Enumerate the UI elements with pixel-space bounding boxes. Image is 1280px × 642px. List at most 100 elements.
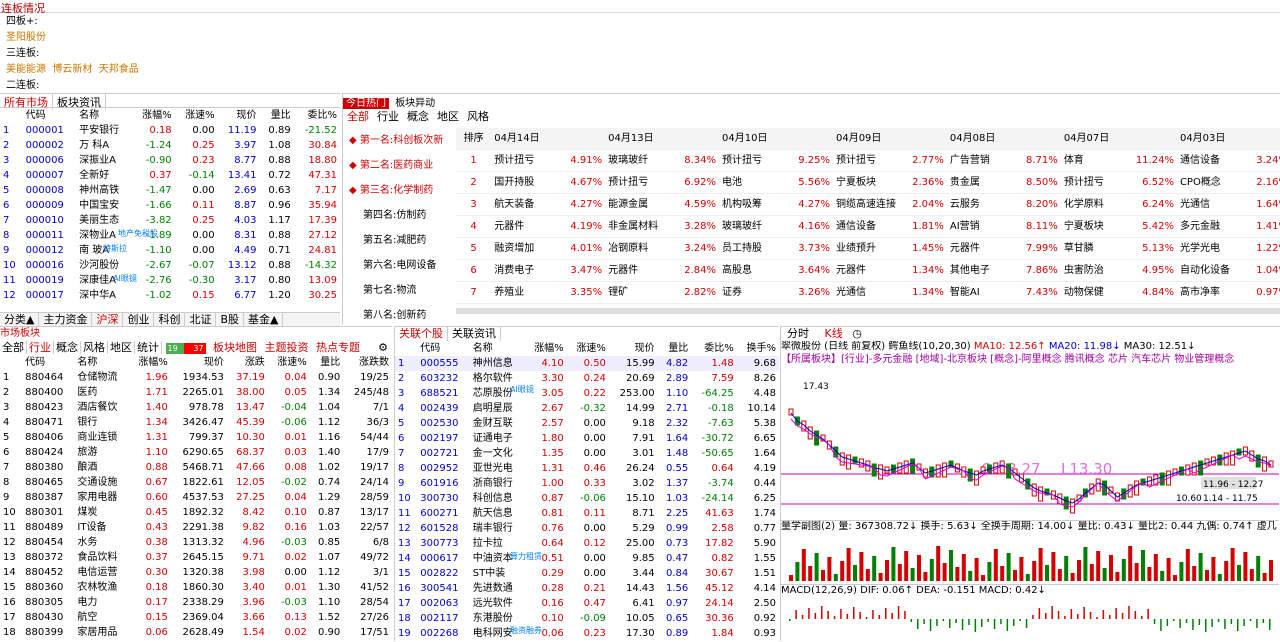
heat-scrollbar[interactable] [456,308,1280,314]
link-theme-invest[interactable]: 主题投资 [265,341,309,354]
related-row[interactable]: 17 002063 远光软件 0.16 0.47 6.41 0.97 24.14 2.50 [395,596,779,611]
related-row[interactable]: 13 300773 拉卡拉 0.64 0.12 25.00 0.73 17.82 5.90 [395,536,779,551]
sector-row[interactable]: 3 880423 酒店餐饮 1.40 978.78 13.47 -0.04 1.04 7/1 [0,400,392,415]
heat-row[interactable]: 2 国开持股 4.67% 预计扭亏 6.92% 电池 5.56% 宁夏板块 2.36% 贵金属 8.… [456,171,1280,194]
heat-sector[interactable]: 高市净率 [1176,281,1248,304]
link-sector-map[interactable]: 板块地图 [213,341,257,354]
related-col-header[interactable]: 代码 [417,341,470,356]
date-header[interactable]: 04月14日 [491,128,606,150]
heat-sector[interactable]: 非金属材料 [605,215,676,238]
heat-sector[interactable]: AI营销 [946,215,1018,238]
sector-row[interactable]: 14 880452 电信运营 0.30 1320.38 3.98 0.00 1.12 3/1 [0,565,392,580]
tab-related-news[interactable]: 关联资讯 [448,327,501,341]
rank-item[interactable]: 第五名:减肥药 [343,228,453,253]
heat-sector[interactable]: 通信设备 [1176,149,1248,172]
rank-item[interactable]: 第八名:创新药 [343,303,453,328]
related-col-header[interactable]: 换手% [737,341,779,356]
related-row[interactable]: 15 002822 ST中装 0.29 0.00 3.44 0.84 30.67 1.51 [395,566,779,581]
heat-sector[interactable]: 动物保健 [1060,281,1132,304]
kline-chart[interactable]: 17.43 O:13.27 L13.30 11.96 - 12.27 1.14 … [781,369,1279,519]
stock-row[interactable]: 3 000006 深振业A -0.90 0.23 8.77 0.88 18.80 [0,153,340,168]
sector-row[interactable]: 4 880471 银行 1.34 3426.47 45.39 -0.06 1.12 36/3 [0,415,392,430]
heat-sector[interactable]: 玻璃玻纤 [605,149,676,172]
rank-item[interactable]: ◆ 第一名:科创板次新 [343,128,453,153]
heat-sector[interactable]: 元器件 [491,215,562,238]
level4-stock[interactable]: 圣阳股份 [6,30,139,46]
heat-sector[interactable]: 体育 [1060,149,1132,172]
market-tab[interactable]: 主力资金 [39,313,93,326]
sector-row[interactable]: 17 880430 航空 0.15 2369.04 3.66 0.13 1.52 27/26 [0,610,392,625]
related-row[interactable]: 18 002117 东港股份 0.10 -0.09 10.05 0.65 30.36 0.92 [395,611,779,626]
related-col-header[interactable]: 涨幅% [524,341,566,356]
market-tab[interactable]: 沪深 [92,313,124,326]
sector-row[interactable]: 9 880387 家用电器 0.60 4537.53 27.25 0.04 1.29 28/59 [0,490,392,505]
related-col-header[interactable]: 委比% [691,341,736,356]
heat-sector[interactable]: 元器件 [946,237,1018,260]
related-row[interactable]: 12 601528 瑞丰银行 0.76 0.00 5.29 0.99 2.58 0.77 [395,521,779,536]
heat-sector[interactable]: 员工持股 [719,237,790,260]
sector-row[interactable]: 15 880360 农林牧渔 0.18 1860.30 3.40 0.01 1.30 41/52 [0,580,392,595]
heat-sector[interactable]: 预计扭亏 [832,149,904,172]
heat-sector[interactable]: 多元金融 [1176,215,1248,238]
heat-row[interactable]: 5 融资增加 4.01% 冶钢原料 3.24% 员工持股 3.73% 业绩预升 1.45% 元器件… [456,237,1280,260]
level3-stock[interactable]: 博云新材 [52,64,92,75]
date-header[interactable]: 04月09日 [832,128,947,150]
sector-tab[interactable]: 概念 [54,341,81,354]
related-col-header[interactable]: 名称 [470,341,525,356]
heat-sector[interactable]: 其他电子 [946,259,1018,282]
link-hot-topic[interactable]: 热点专题 [316,341,360,354]
related-row[interactable]: 4 002439 启明星辰 2.67 -0.32 14.99 2.71 -0.18 10.14 [395,401,779,416]
stock-row[interactable]: 10 000016 沙河股份 -2.67 -0.07 13.12 0.88 -14.32 [0,258,340,273]
sector-tab[interactable]: 行业 [27,341,54,354]
related-row[interactable]: 10 300730 科创信息 0.87 -0.06 15.10 1.03 -24.14 6.25 [395,491,779,506]
related-col-header[interactable]: 涨速% [567,341,609,356]
market-tab[interactable]: 基金▲ [244,313,284,326]
heat-row[interactable]: 4 元器件 4.19% 非金属材料 3.28% 玻璃玻纤 4.16% 通信设备 1.81% AI营… [456,215,1280,238]
heat-sector[interactable]: 预计扭亏 [491,149,562,172]
date-header[interactable]: 04月08日 [946,128,1061,150]
heat-row[interactable]: 6 消费电子 3.47% 元器件 2.84% 高股息 3.64% 元器件 1.34% 其他电子 7.… [456,259,1280,282]
stock-col-header[interactable]: 量比 [260,108,294,123]
sector-row[interactable]: 11 880489 IT设备 0.43 2291.38 9.82 0.16 1.03 22/57 [0,520,392,535]
sector-col-header[interactable]: 代码 [22,355,74,370]
related-row[interactable]: 7 002721 金一文化 1.35 0.00 3.01 1.48 -50.65 1.64 [395,446,779,461]
heat-sector[interactable]: 预计扭亏 [719,149,790,172]
level3-stock[interactable]: 天邦食品 [99,64,139,75]
sector-col-header[interactable]: 涨幅% [129,355,171,370]
rank-item[interactable]: 第四名:仿制药 [343,203,453,228]
related-row[interactable]: 19 002268 电科网安 0.06 0.23 17.30 0.89 1.84 0.93 [395,626,779,641]
related-row[interactable]: 5 002530 金财互联 2.57 0.00 9.18 2.32 -7.63 5.38 [395,416,779,431]
stock-col-header[interactable]: 委比% [294,108,340,123]
heat-row[interactable]: 7 养殖业 3.35% 锂矿 2.82% 证券 3.26% 光通信 1.34% 智能AI 7.43%… [456,281,1280,304]
sector-row[interactable]: 8 880465 交通设施 0.67 1822.61 12.05 -0.02 0.74 24/1… [0,475,392,490]
stock-row[interactable]: 12 000017 深中华A -1.02 0.15 6.77 1.20 30.25 [0,288,340,303]
macd-chart[interactable] [781,597,1279,642]
level3-stock[interactable]: 美能能源 [6,64,46,75]
related-row[interactable]: 2 603232 格尔软件 3.30 0.24 20.69 2.89 7.59 8.26 [395,371,779,386]
heat-sector[interactable]: 贵金属 [946,171,1018,194]
stock-row[interactable]: 7 000010 美丽生态 -3.82 0.25 4.03 1.17 17.39 [0,213,340,228]
date-header[interactable]: 04月13日 [605,128,720,150]
heat-sector[interactable]: 航天装备 [491,193,562,216]
stock-col-header[interactable]: 现价 [218,108,260,123]
stock-row[interactable]: 9 000012 南 玻A -1.10 0.00 4.49 0.71 24.81 [0,243,340,258]
stock-row[interactable]: 2 000002 万 科A -1.24 0.25 3.97 1.08 30.84 [0,138,340,153]
rank-item[interactable]: 第七名:物流 [343,278,453,303]
sector-row[interactable]: 16 880305 电力 0.17 2338.29 3.96 -0.03 1.10 28/54 [0,595,392,610]
market-tab[interactable]: 科创 [154,313,186,326]
sector-row[interactable]: 6 880424 旅游 1.10 6290.65 68.37 0.03 1.40 17/9 [0,445,392,460]
heat-sector[interactable]: 锂矿 [605,281,676,304]
heat-row[interactable]: 1 预计扭亏 4.91% 玻璃玻纤 8.34% 预计扭亏 9.25% 预计扭亏 2.77% 广告营… [456,149,1280,172]
heat-sector[interactable]: 冶钢原料 [605,237,676,260]
heat-sector[interactable]: 虫害防治 [1060,259,1132,282]
heat-sector[interactable]: 养殖业 [491,281,562,304]
sector-tab[interactable]: 风格 [81,341,108,354]
heat-sector[interactable]: 预计扭亏 [605,171,676,194]
hot-subtab[interactable]: 行业 [377,110,399,123]
related-row[interactable]: 16 300541 先进数通 0.28 0.21 14.43 1.56 45.12 4.14 [395,581,779,596]
heat-sector[interactable]: 自动化设备 [1176,259,1248,282]
tab-intraday[interactable]: 分时 [781,327,815,340]
stock-col-header[interactable]: 名称 [76,108,132,123]
clock-icon[interactable]: ◷ [852,327,862,340]
rank-item[interactable]: 第六名:电网设备 [343,253,453,278]
